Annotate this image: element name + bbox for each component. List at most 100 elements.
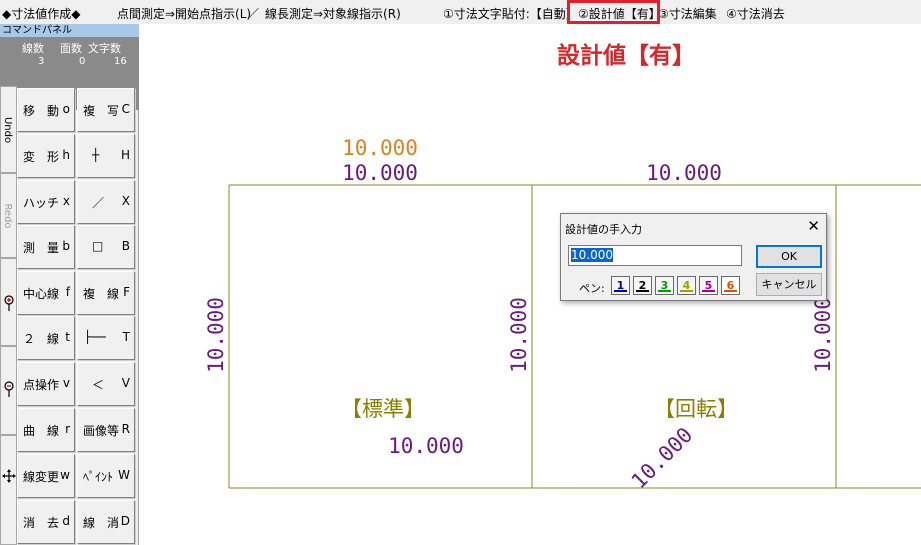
design-value-input-text: 10.000 [571,248,613,262]
curve-key: r [65,422,70,436]
dialog-title: 設計値の手入力 [565,223,642,236]
rectangle-key: B [121,239,130,253]
rectangle-button[interactable]: □ B [77,225,135,269]
center-line-key: f [65,285,70,299]
center-line-label: 中心線 [23,287,60,301]
center-line-button[interactable]: 中心線 f [17,271,75,315]
pan-arrows-icon [2,469,16,483]
copy-key: C [121,102,130,116]
hatch-button[interactable]: ハッチ x [17,180,75,224]
dimension-bottom-rotated: 10.000 [627,423,698,494]
pen-1-button[interactable]: 1 [611,276,630,295]
line-label: ／ [92,196,105,210]
stat-value-lines: 3 [38,56,45,67]
rectangle-label: □ [92,239,104,253]
dimension-top-left: 10.000 [342,161,418,185]
pen-4-button[interactable]: 4 [677,276,696,295]
cancel-button[interactable]: キャンセル [756,273,822,296]
parallel-line-label: 複 線 [83,287,120,301]
cross-button[interactable]: ┼ H [77,134,135,178]
pen-6-swatch [724,290,737,292]
top-status-bar: ◆寸法値作成◆ 点間測定⇒開始点指示(L) ／ 線長測定⇒対象線指示(R) ①寸… [0,0,921,24]
line-change-label: 線変更 [23,470,60,484]
pen-5-swatch [702,290,715,292]
point-operation-button[interactable]: 点操作 v [17,362,75,406]
copy-button[interactable]: 複 写C [77,88,135,132]
line-key: X [121,194,130,208]
pan-button[interactable] [0,435,17,545]
pen-1-swatch [614,290,627,292]
zoom-in-icon [4,295,14,311]
double-line-button[interactable]: ２ 線 t [17,316,75,360]
pen-3-swatch [658,290,671,292]
pen-4-swatch [680,290,693,292]
curve-button[interactable]: 曲 線r [17,408,75,452]
cross-label: ┼ [92,148,100,162]
pen-2-swatch [636,290,649,292]
point-measure-hint: 点間測定⇒開始点指示(L) [117,7,252,21]
design-dimension-text: 10.000 [342,136,418,160]
line-button[interactable]: ／ X [77,180,135,224]
ok-button[interactable]: OK [756,245,822,268]
stat-label-chars: 文字数 [88,42,121,55]
design-value-dialog: 設計値の手入力 ✕ 10.000 OK キャンセル ペン: 1 2 3 4 5 … [560,213,827,301]
paint-button[interactable]: ﾍﾟｲﾝﾄ W [77,454,135,498]
close-icon[interactable]: ✕ [807,217,820,235]
curve-label: 曲 線 [23,424,60,438]
undo-button[interactable]: Undo [0,86,17,173]
zoom-in-button[interactable] [0,258,17,346]
image-button[interactable]: 画像等 R [77,408,135,452]
line-erase-button[interactable]: 線 消D [77,500,135,544]
label-standard: 【標準】 [341,397,425,421]
point-operation-label: 点操作 [23,378,60,392]
dimension-key: T [122,330,130,344]
pen-3-button[interactable]: 3 [655,276,674,295]
dimension-bottom-left: 10.000 [388,434,464,458]
line-change-button[interactable]: 線変更 w [17,454,75,498]
erase-label: 消 去 [23,516,60,530]
dimension-button[interactable]: ├── T [77,316,135,360]
pen-5-button[interactable]: 5 [699,276,718,295]
arc-key: V [121,376,130,390]
highlight-box [567,0,660,24]
undo-label: Undo [2,116,13,143]
paint-key: W [118,468,130,482]
move-button[interactable]: 移 動o [17,88,75,132]
pen-2-button[interactable]: 2 [633,276,652,295]
step-erase-dimension[interactable]: ④寸法消去 [726,5,785,22]
pen-6-button[interactable]: 6 [721,276,740,295]
step-auto-paste[interactable]: ①寸法文字貼付:【自動】 [443,5,578,22]
zoom-out-icon [4,381,14,397]
transform-button[interactable]: 変 形h [17,134,75,178]
double-line-key: t [65,330,70,344]
erase-button[interactable]: 消 去d [17,500,75,544]
mode-label: ◆寸法値作成◆ [2,7,81,21]
hatch-label: ハッチ [23,196,60,210]
parallel-line-button[interactable]: 複 線F [77,271,135,315]
zoom-out-button[interactable] [0,346,17,435]
point-operation-key: v [62,376,70,390]
paint-label: ﾍﾟｲﾝﾄ [83,470,114,484]
design-value-input[interactable]: 10.000 [568,245,742,266]
dimension-label: ├── [84,330,106,344]
step-edit-dimension[interactable]: ③寸法編集 [658,5,717,22]
move-key: o [62,102,70,116]
stat-label-faces: 面数 [60,42,82,55]
redo-label: Redo [2,202,13,229]
image-key: R [121,422,130,436]
survey-button[interactable]: 測 量b [17,225,75,269]
cross-key: H [120,148,130,162]
line-erase-key: D [120,514,130,528]
redo-button[interactable]: Redo [0,173,17,258]
move-label: 移 動 [23,104,60,118]
hatch-key: x [62,194,70,208]
line-erase-label: 線 消 [83,516,120,530]
line-measure-hint: 線長測定⇒対象線指示(R) [265,7,401,21]
line-change-key: w [60,468,70,482]
command-panel-title: コマンドパネル [0,24,139,37]
parallel-line-key: F [123,285,130,299]
dimension-top-right: 10.000 [646,161,722,185]
transform-key: h [62,148,70,162]
erase-key: d [62,514,70,528]
arc-button[interactable]: ＜ V [77,362,135,406]
